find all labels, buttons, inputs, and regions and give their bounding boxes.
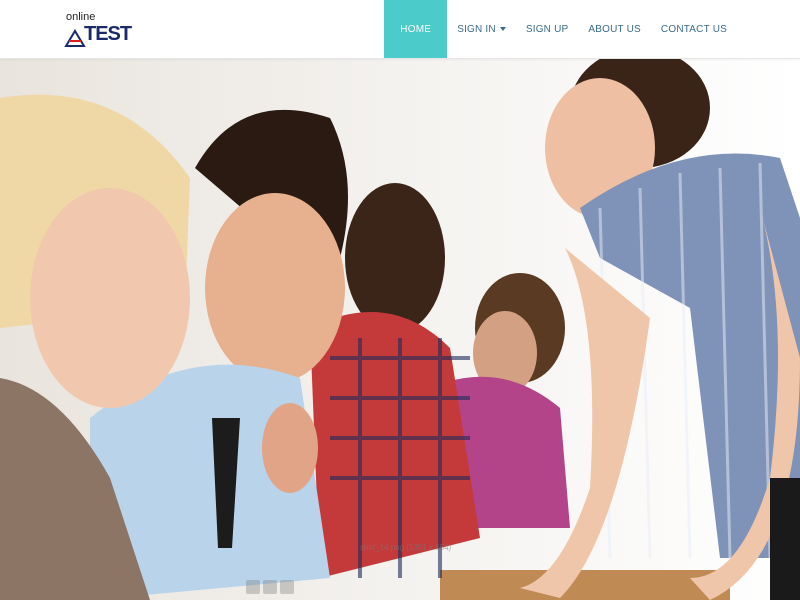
main-nav: HOME SIGN IN SIGN UP ABOUT US CONTACT US [384, 0, 800, 58]
top-navbar: online TEST HOME SIGN IN SIGN UP ABOUT U… [0, 0, 800, 59]
slider-control[interactable] [280, 580, 294, 594]
nav-signup-label: SIGN UP [525, 23, 569, 35]
brand-logo[interactable]: online TEST [64, 11, 132, 48]
nav-home[interactable]: HOME [384, 0, 448, 58]
triangle-logo-icon [64, 29, 86, 47]
slider-controls [246, 580, 294, 594]
nav-contact-label: CONTACT US [660, 23, 727, 35]
nav-about-label: ABOUT US [588, 23, 641, 35]
brand-big-text: TEST [84, 23, 132, 45]
hero-image [0, 58, 800, 600]
nav-signin[interactable]: SIGN IN [447, 0, 516, 58]
nav-about[interactable]: ABOUT US [578, 0, 651, 58]
nav-signup[interactable]: SIGN UP [516, 0, 579, 58]
nav-signin-label: SIGN IN [457, 23, 496, 35]
caret-down-icon [499, 27, 506, 31]
slider-control[interactable] [246, 580, 260, 594]
hero-photo-illustration [0, 58, 800, 600]
brand-small-text: online [66, 11, 96, 23]
nav-home-label: HOME [400, 23, 432, 35]
nav-contact[interactable]: CONTACT US [651, 0, 800, 58]
image-caption: shot_14.png (1351 x 684) [360, 543, 452, 552]
slider-control[interactable] [263, 580, 277, 594]
